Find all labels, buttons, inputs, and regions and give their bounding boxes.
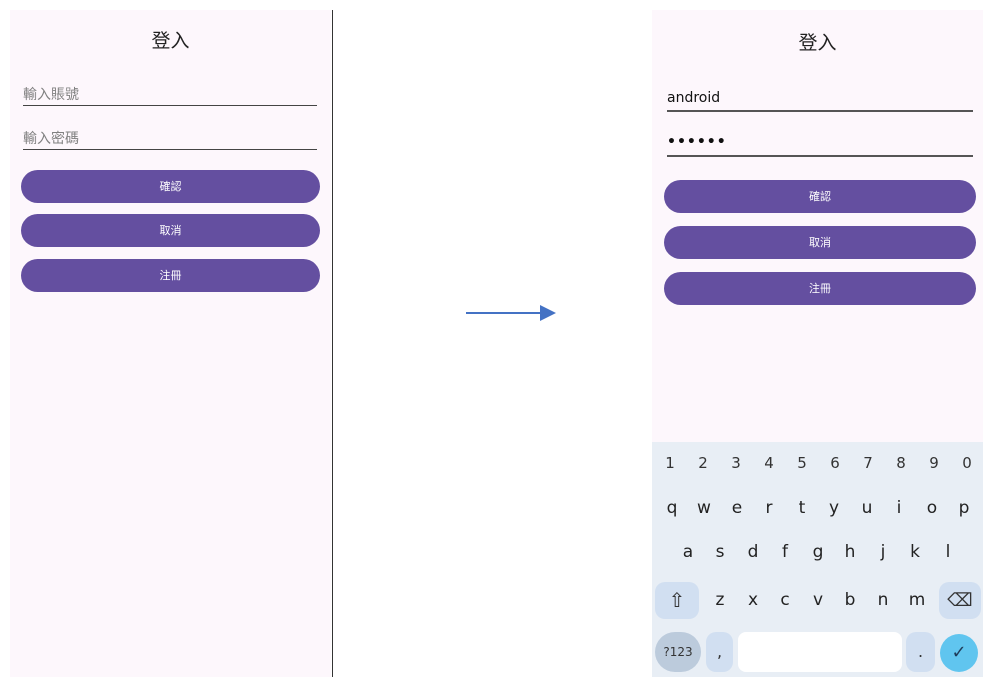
backspace-key[interactable]: ⌫	[939, 582, 981, 619]
account-input[interactable]: android	[667, 90, 973, 112]
key-9[interactable]: 9	[926, 454, 942, 472]
register-button[interactable]: 注冊	[21, 259, 320, 292]
key-6[interactable]: 6	[827, 454, 843, 472]
arrow-right-icon	[540, 305, 556, 321]
login-title: 登入	[798, 32, 837, 54]
key-h[interactable]: h	[840, 542, 860, 562]
space-key[interactable]	[738, 632, 902, 672]
confirm-button[interactable]: 確認	[21, 170, 320, 203]
divider-line	[332, 10, 333, 677]
account-input[interactable]: 輸入賬號	[23, 84, 317, 106]
key-r[interactable]: r	[759, 498, 779, 518]
key-u[interactable]: u	[857, 498, 877, 518]
key-z[interactable]: z	[710, 590, 730, 610]
enter-key[interactable]: ✓	[940, 634, 978, 672]
cancel-button[interactable]: 取消	[21, 214, 320, 247]
check-icon: ✓	[951, 642, 967, 663]
key-l[interactable]: l	[938, 542, 958, 562]
key-p[interactable]: p	[954, 498, 974, 518]
key-w[interactable]: w	[694, 498, 714, 518]
key-2[interactable]: 2	[695, 454, 711, 472]
soft-keyboard: 1 2 3 4 5 6 7 8 9 0 q w e r t y u i o p …	[652, 442, 983, 677]
key-x[interactable]: x	[743, 590, 763, 610]
key-0[interactable]: 0	[959, 454, 975, 472]
letter-row-1: q w e r t y u i o p	[652, 498, 983, 526]
period-key[interactable]: .	[906, 632, 935, 672]
shift-icon: ⇧	[668, 588, 686, 612]
comma-key[interactable]: ,	[706, 632, 733, 672]
key-d[interactable]: d	[743, 542, 763, 562]
key-q[interactable]: q	[662, 498, 682, 518]
key-n[interactable]: n	[873, 590, 893, 610]
shift-key[interactable]: ⇧	[655, 582, 699, 619]
register-button[interactable]: 注冊	[664, 272, 976, 305]
arrow-line	[466, 312, 542, 314]
key-5[interactable]: 5	[794, 454, 810, 472]
right-phone-screen: 登入 android •••••• 確認 取消 注冊 1 2 3 4 5 6 7…	[652, 10, 983, 677]
letter-row-3: ⇧ z x c v b n m ⌫	[652, 582, 983, 620]
key-o[interactable]: o	[922, 498, 942, 518]
letter-row-2: a s d f g h j k l	[652, 542, 983, 570]
key-e[interactable]: e	[727, 498, 747, 518]
key-j[interactable]: j	[873, 542, 893, 562]
login-title: 登入	[151, 30, 190, 52]
key-8[interactable]: 8	[893, 454, 909, 472]
key-b[interactable]: b	[840, 590, 860, 610]
confirm-button[interactable]: 確認	[664, 180, 976, 213]
key-g[interactable]: g	[808, 542, 828, 562]
key-c[interactable]: c	[775, 590, 795, 610]
key-7[interactable]: 7	[860, 454, 876, 472]
key-k[interactable]: k	[905, 542, 925, 562]
key-s[interactable]: s	[710, 542, 730, 562]
key-i[interactable]: i	[889, 498, 909, 518]
number-row: 1 2 3 4 5 6 7 8 9 0	[652, 454, 983, 478]
symbols-key[interactable]: ?123	[655, 632, 701, 672]
key-f[interactable]: f	[775, 542, 795, 562]
key-3[interactable]: 3	[728, 454, 744, 472]
cancel-button[interactable]: 取消	[664, 226, 976, 259]
password-input[interactable]: ••••••	[667, 134, 973, 157]
key-4[interactable]: 4	[761, 454, 777, 472]
backspace-icon: ⌫	[947, 590, 973, 611]
key-a[interactable]: a	[678, 542, 698, 562]
key-y[interactable]: y	[824, 498, 844, 518]
bottom-row: ?123 , . ✓	[652, 632, 983, 674]
key-v[interactable]: v	[808, 590, 828, 610]
key-m[interactable]: m	[905, 590, 929, 610]
key-t[interactable]: t	[792, 498, 812, 518]
left-phone-screen: 登入 輸入賬號 輸入密碼 確認 取消 注冊	[10, 10, 331, 677]
password-input[interactable]: 輸入密碼	[23, 128, 317, 150]
key-1[interactable]: 1	[662, 454, 678, 472]
